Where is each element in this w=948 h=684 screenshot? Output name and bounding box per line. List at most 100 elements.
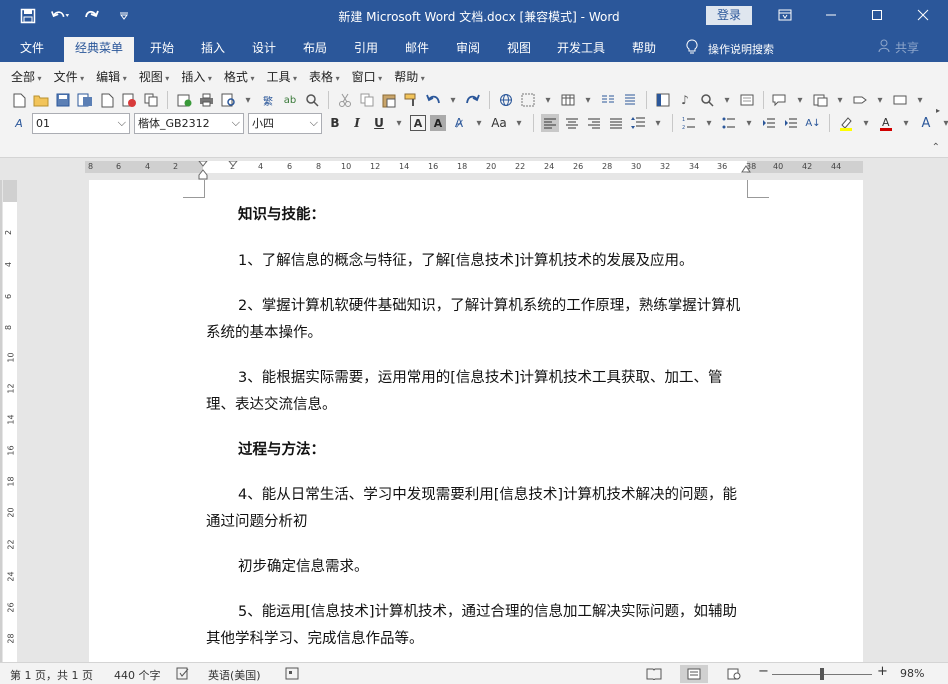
menu-insert[interactable]: 插入 <box>178 68 215 86</box>
tab-help[interactable]: 帮助 <box>622 37 666 62</box>
chevron-down-icon[interactable]: ▾ <box>793 91 807 109</box>
save-icon[interactable] <box>18 6 38 26</box>
ribbon-display-icon[interactable] <box>762 0 808 30</box>
chevron-down-icon[interactable]: ▾ <box>581 91 595 109</box>
new-document-icon[interactable] <box>10 91 28 109</box>
menu-all[interactable]: 全部 <box>8 68 45 86</box>
show-marks-icon[interactable]: ♪ <box>676 91 694 109</box>
chevron-down-icon[interactable]: ▾ <box>472 114 486 132</box>
login-button[interactable]: 登录 <box>706 6 752 25</box>
chevron-down-icon[interactable]: ▾ <box>859 114 873 132</box>
menu-view[interactable]: 视图 <box>136 68 173 86</box>
tab-developer[interactable]: 开发工具 <box>550 37 612 62</box>
sort-icon[interactable]: A↓ <box>804 114 822 132</box>
comment-icon[interactable] <box>771 91 789 109</box>
cut-icon[interactable] <box>336 91 354 109</box>
paste-icon[interactable] <box>380 91 398 109</box>
chevron-down-icon[interactable]: ▾ <box>392 114 406 132</box>
chevron-down-icon[interactable]: ▾ <box>899 114 913 132</box>
bullets-icon[interactable] <box>720 114 738 132</box>
font-combo[interactable]: 楷体_GB2312 ⌵ <box>134 112 244 134</box>
undo-icon[interactable] <box>424 91 442 109</box>
chevron-down-icon[interactable]: ▾ <box>512 114 526 132</box>
menu-window[interactable]: 窗口 <box>349 68 386 86</box>
track-changes-icon[interactable] <box>811 91 829 109</box>
chevron-down-icon[interactable]: ▾ <box>913 91 927 109</box>
tab-file[interactable]: 文件 <box>10 37 54 62</box>
horizontal-ruler[interactable]: 8 6 4 2 2 4 6 8 10 12 14 16 18 20 22 24 … <box>85 161 863 180</box>
print-layout-icon[interactable] <box>680 665 708 683</box>
collapse-ribbon-icon[interactable]: ⌃ <box>932 142 940 153</box>
highlight-icon[interactable] <box>837 114 855 132</box>
decrease-indent-icon[interactable] <box>760 114 778 132</box>
word-count[interactable]: 440 个字 <box>114 667 161 683</box>
chevron-down-icon[interactable]: ▾ <box>873 91 887 109</box>
format-painter-icon[interactable] <box>402 91 420 109</box>
change-case-button[interactable]: Aa <box>490 114 508 132</box>
chevron-down-icon[interactable]: ▾ <box>720 91 734 109</box>
toolbar-overflow-icon[interactable]: ▸ <box>936 106 940 115</box>
character-border-button[interactable]: A <box>410 115 426 131</box>
chevron-down-icon[interactable]: ▾ <box>939 114 948 132</box>
chevron-down-icon[interactable]: ▾ <box>833 91 847 109</box>
research-icon[interactable] <box>303 91 321 109</box>
vertical-scroll-strip[interactable] <box>0 180 2 662</box>
spelling-icon[interactable]: 繁 <box>259 91 277 109</box>
permission-icon[interactable] <box>175 91 193 109</box>
styles-icon[interactable]: A <box>10 114 28 132</box>
columns-icon[interactable] <box>599 91 617 109</box>
web-layout-icon[interactable] <box>720 665 748 683</box>
tab-design[interactable]: 设计 <box>242 37 286 62</box>
menu-help[interactable]: 帮助 <box>391 68 428 86</box>
hyperlink-icon[interactable] <box>497 91 515 109</box>
tab-references[interactable]: 引用 <box>344 37 388 62</box>
menu-edit[interactable]: 编辑 <box>93 68 130 86</box>
italic-button[interactable]: I <box>348 114 366 132</box>
copy-format-icon[interactable] <box>142 91 160 109</box>
language-indicator[interactable]: 英语(美国) <box>208 667 261 683</box>
undo-icon[interactable] <box>50 6 70 26</box>
numbering-icon[interactable]: 12 <box>680 114 698 132</box>
redo-icon[interactable] <box>82 6 102 26</box>
align-right-icon[interactable] <box>585 114 603 132</box>
first-line-indent-icon[interactable] <box>228 161 238 169</box>
print-preview-icon[interactable] <box>219 91 237 109</box>
abc-check-icon[interactable]: ab <box>281 91 299 109</box>
share-button[interactable]: 共享 <box>878 39 919 56</box>
vertical-ruler[interactable]: 2 4 6 8 10 12 14 16 18 20 22 24 26 28 <box>3 180 17 662</box>
chevron-down-icon[interactable]: ▾ <box>446 91 460 109</box>
menu-format[interactable]: 格式 <box>221 68 258 86</box>
font-color-icon[interactable]: A <box>877 114 895 132</box>
increase-indent-icon[interactable] <box>782 114 800 132</box>
table-icon[interactable] <box>559 91 577 109</box>
chevron-down-icon[interactable]: ▾ <box>702 114 716 132</box>
menu-tools[interactable]: 工具 <box>263 68 300 86</box>
zoom-in-icon[interactable]: + <box>877 664 888 679</box>
close-document-icon[interactable] <box>120 91 138 109</box>
chevron-down-icon[interactable]: ▾ <box>651 114 665 132</box>
tab-layout[interactable]: 布局 <box>293 37 337 62</box>
borders-icon[interactable] <box>519 91 537 109</box>
style-combo[interactable]: 01 ⌵ <box>32 112 130 134</box>
zoom-out-icon[interactable]: − <box>758 664 769 679</box>
copy-icon[interactable] <box>358 91 376 109</box>
tab-insert[interactable]: 插入 <box>191 37 235 62</box>
chevron-down-icon[interactable]: ▾ <box>541 91 555 109</box>
align-left-icon[interactable] <box>541 114 559 132</box>
chevron-down-icon[interactable]: ▾ <box>742 114 756 132</box>
tab-classic-menu[interactable]: 经典菜单 <box>64 37 134 62</box>
tab-review[interactable]: 审阅 <box>446 37 490 62</box>
reading-mode-icon[interactable] <box>738 91 756 109</box>
close-icon[interactable] <box>900 0 946 30</box>
redo-icon[interactable] <box>464 91 482 109</box>
align-center-icon[interactable] <box>563 114 581 132</box>
character-shading-button[interactable]: A <box>430 115 446 131</box>
zoom-level[interactable]: 98% <box>900 667 924 680</box>
save-icon[interactable] <box>54 91 72 109</box>
page-count[interactable]: 第 1 页，共 1 页 <box>10 667 93 683</box>
tab-view[interactable]: 视图 <box>497 37 541 62</box>
text-direction-icon[interactable] <box>621 91 639 109</box>
macro-record-icon[interactable] <box>285 667 299 683</box>
zoom-slider-thumb[interactable] <box>820 668 824 680</box>
justify-icon[interactable] <box>607 114 625 132</box>
